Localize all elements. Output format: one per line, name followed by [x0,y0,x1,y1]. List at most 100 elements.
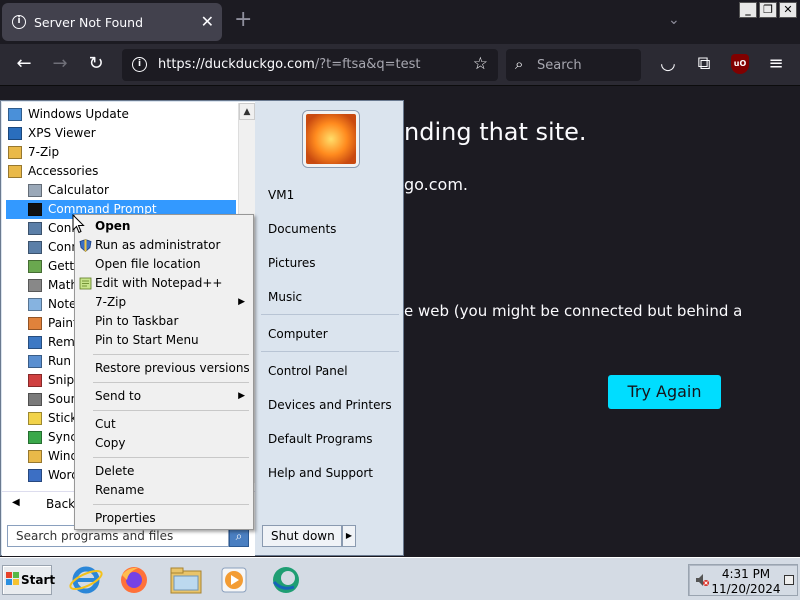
control-panel-link[interactable]: Control Panel [268,364,348,378]
menu-item-properties[interactable]: Properties [75,509,253,528]
tab-title: Server Not Found [34,15,144,30]
program-item[interactable]: 7-Zip [6,143,236,162]
devices-and-printers-link[interactable]: Devices and Printers [268,398,392,412]
user-folder-link[interactable]: VM1 [268,188,294,202]
try-again-button[interactable]: Try Again [608,375,721,409]
xps-viewer-icon [8,127,22,140]
extensions-puzzle-icon[interactable]: ⧉ [692,54,716,74]
menu-item-open[interactable]: Open [75,217,253,236]
documents-link[interactable]: Documents [268,222,336,236]
divider [261,351,399,352]
default-programs-link[interactable]: Default Programs [268,432,373,446]
menu-separator [93,457,249,458]
edge-browser-icon[interactable] [268,563,304,597]
new-tab-button[interactable]: + [234,9,252,31]
shut-down-button[interactable]: Shut down [262,525,342,547]
menu-item-run-as-administrator[interactable]: Run as administrator [75,236,253,255]
folder-icon [8,165,22,178]
list-all-tabs-chevron-icon[interactable]: ⌄ [668,12,680,28]
windows-flag-icon [6,572,19,585]
pictures-link[interactable]: Pictures [268,256,316,270]
url-text[interactable]: https://duckduckgo.com/?t=ftsa&q=test [158,57,421,72]
computer-link[interactable]: Computer [268,327,328,341]
calculator-icon [28,184,42,197]
menu-separator [93,504,249,505]
menu-item-restore-previous-versions[interactable]: Restore previous versions [75,359,253,378]
forward-arrow-icon[interactable]: → [48,54,72,74]
divider [261,314,399,315]
internet-explorer-icon[interactable] [68,563,104,597]
command-prompt-icon [28,203,42,216]
bookmark-star-icon[interactable]: ☆ [473,54,488,74]
mouse-cursor-icon [72,214,85,234]
back-arrow-icon: ◀ [12,497,20,508]
clock-date[interactable]: 11/20/2024 [689,582,797,596]
start-menu-right-pane: VM1 Documents Pictures Music Computer Co… [256,102,404,556]
menu-item-7-zip[interactable]: 7-Zip ▶ [75,293,253,312]
wordpad-icon [28,469,42,482]
context-menu: Open Run as administrator Open file loca… [74,214,254,530]
menu-item-send-to[interactable]: Send to ▶ [75,387,253,406]
close-window-button[interactable]: ✕ [779,2,797,18]
paint-icon [28,317,42,330]
info-icon: i [12,15,26,29]
program-label: Note [48,297,77,311]
back-label: Back [46,497,76,511]
tab-strip: i Server Not Found ✕ + ⌄ _ ❐ ✕ [0,0,800,44]
program-label: Sync [48,430,77,444]
back-arrow-icon[interactable]: ← [12,54,36,74]
program-label: Windows Update [28,107,129,121]
restore-button[interactable]: ❐ [759,2,777,18]
folder-icon [8,146,22,159]
reload-icon[interactable]: ↻ [84,54,108,74]
tab-close-icon[interactable]: ✕ [201,12,214,31]
menu-item-pin-to-taskbar[interactable]: Pin to Taskbar [75,312,253,331]
program-item[interactable]: XPS Viewer [6,124,236,143]
firefox-icon[interactable] [116,563,152,597]
sticky-notes-icon [28,412,42,425]
help-and-support-link[interactable]: Help and Support [268,466,373,480]
menu-item-rename[interactable]: Rename [75,481,253,500]
sync-center-icon [28,431,42,444]
notepad-plus-plus-icon [79,277,92,290]
program-label: Run [48,354,72,368]
pocket-icon[interactable]: ◡ [656,54,680,74]
menu-item-cut[interactable]: Cut [75,415,253,434]
media-player-icon[interactable] [216,563,252,597]
program-label: XPS Viewer [28,126,96,140]
program-label: Calculator [48,183,109,197]
program-label: Stick [48,411,78,425]
connect-icon [28,222,42,235]
shut-down-options-arrow-icon[interactable]: ▶ [342,525,356,547]
search-bar[interactable]: ⌕ Search [506,49,641,81]
clock-time[interactable]: 4:31 PM [689,567,797,581]
menu-item-pin-to-start-menu[interactable]: Pin to Start Menu [75,331,253,350]
menu-item-copy[interactable]: Copy [75,434,253,453]
scroll-up-arrow-icon[interactable]: ▲ [239,103,255,120]
program-item[interactable]: Accessories [6,162,236,181]
site-info-icon[interactable]: i [132,57,147,72]
file-explorer-folder-icon[interactable] [168,563,204,597]
search-icon: ⌕ [515,55,524,73]
program-label: 7-Zip [28,145,60,159]
menu-item-open-file-location[interactable]: Open file location [75,255,253,274]
menu-item-delete[interactable]: Delete [75,462,253,481]
minimize-button[interactable]: _ [739,2,757,18]
program-item[interactable]: Calculator [6,181,236,200]
connect-icon [28,241,42,254]
show-desktop-button[interactable] [784,575,794,585]
menu-item-edit-with-notepad[interactable]: Edit with Notepad++ [75,274,253,293]
math-input-icon [28,279,42,292]
hamburger-menu-icon[interactable]: ≡ [764,54,788,74]
search-placeholder: Search [537,58,582,73]
program-item[interactable]: Windows Update [6,105,236,124]
tab-server-not-found[interactable]: i Server Not Found ✕ [2,3,222,41]
music-link[interactable]: Music [268,290,302,304]
uac-shield-icon [79,239,92,252]
windows-explorer-icon [28,450,42,463]
ublock-origin-icon[interactable]: uO [731,54,749,74]
menu-separator [93,354,249,355]
url-bar[interactable]: i https://duckduckgo.com/?t=ftsa&q=test … [122,49,498,81]
notepad-icon [28,298,42,311]
user-picture-flower-icon[interactable] [303,111,359,167]
